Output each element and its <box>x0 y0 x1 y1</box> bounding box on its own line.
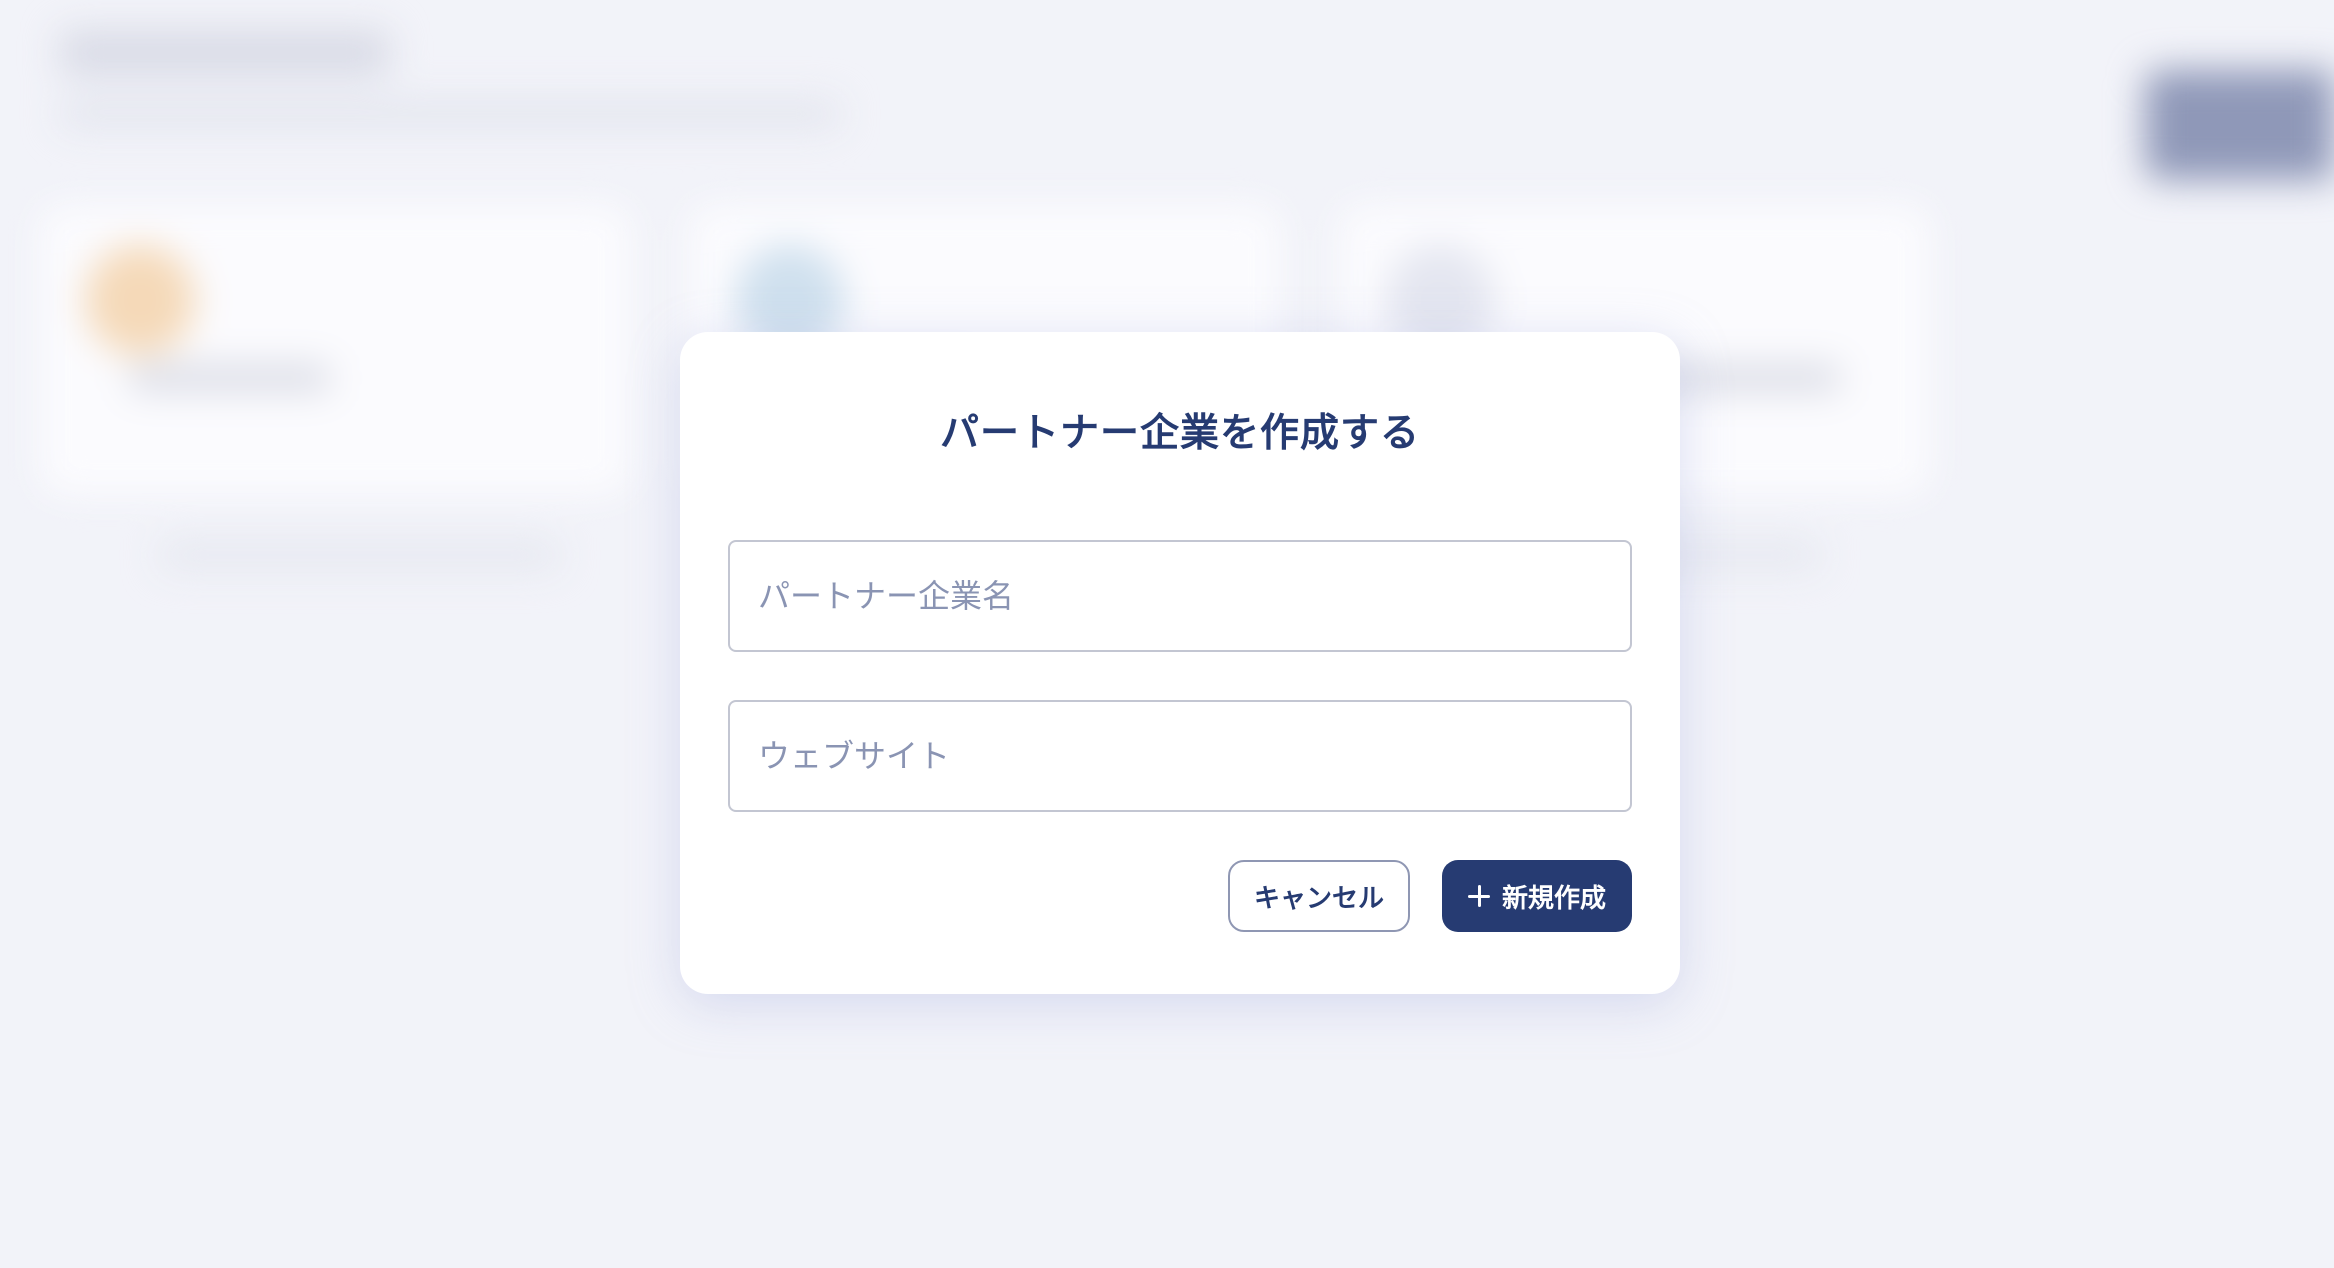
background-card <box>40 205 630 495</box>
create-button-label: 新規作成 <box>1501 883 1606 914</box>
background-card-text <box>130 365 330 391</box>
background-action-button <box>2145 70 2334 180</box>
background-page-title <box>60 30 390 76</box>
background-footer-text <box>160 540 560 570</box>
website-input[interactable] <box>728 700 1632 812</box>
create-button[interactable]: 新規作成 <box>1442 860 1632 932</box>
cancel-button-label: キャンセル <box>1253 883 1384 914</box>
plus-icon <box>1467 885 1490 907</box>
dialog-title: パートナー企業を作成する <box>939 411 1420 456</box>
background-page-subtitle <box>60 100 840 128</box>
partner-company-name-input[interactable] <box>728 540 1632 652</box>
create-partner-dialog: パートナー企業を作成する キャンセル 新規作成 <box>680 332 1680 994</box>
background-card-icon <box>85 245 195 355</box>
cancel-button[interactable]: キャンセル <box>1228 860 1410 932</box>
